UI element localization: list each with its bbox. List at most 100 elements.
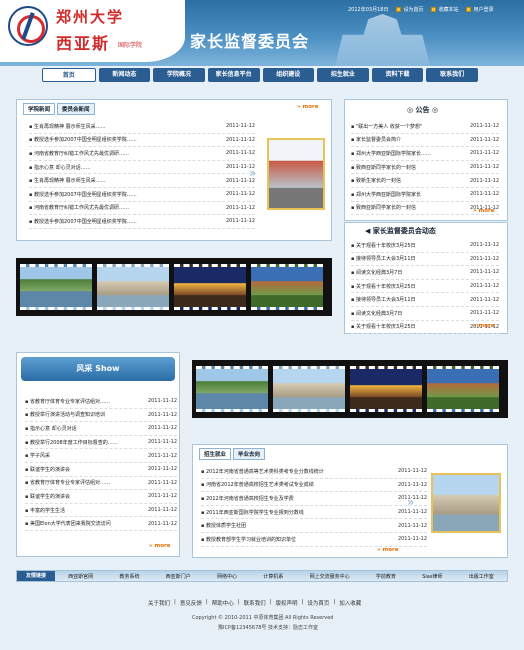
list-item[interactable]: 河南省教育厅纠错工作风尤先最优调研……2011-11-12 <box>29 202 255 216</box>
footer-link-help[interactable]: 帮助中心 <box>212 599 234 607</box>
show-list: 省教育厅体育专业专家评估组对……2011-11-12 教授举行演讲活动与调查知识… <box>25 395 177 531</box>
nav-home[interactable]: 首页 <box>42 68 96 82</box>
gallery-photo[interactable] <box>350 366 422 412</box>
building-illustration <box>335 14 430 66</box>
list-item[interactable]: 美国Elon大学代表团来我院交流访问2011-11-12 <box>25 517 177 531</box>
list-item[interactable]: 致西亚斯同学家长的一封信2011-11-12 <box>351 161 499 175</box>
list-item[interactable]: 郑州大学西亚斯国际学院家长……2011-11-12 <box>351 147 499 161</box>
list-item[interactable]: 省教育厅体育专业专家评估组对……2011-11-12 <box>25 395 177 409</box>
nav-news[interactable]: 新闻动态 <box>98 68 151 82</box>
committee-more-link[interactable]: » more <box>473 323 494 329</box>
list-item[interactable]: 接待领导员工大会3月11日2011-11-12 <box>351 293 499 307</box>
friend-link[interactable]: 西亚斯门户 <box>166 573 191 580</box>
list-item[interactable]: 关于观看十年校庆3月25日2011-11-12 <box>351 280 499 294</box>
gallery-photo[interactable] <box>427 366 499 412</box>
nav-parents-platform[interactable]: 家长信息平台 <box>207 68 260 82</box>
school-name-line1: 郑州大学 <box>56 8 125 26</box>
job-box: 招生就业 毕业去向 2012年河南省普通高等艺术类科类考专业分数线统计2011-… <box>192 444 508 558</box>
photo-filmstrip-1 <box>16 258 332 316</box>
footer-link-sethome[interactable]: 设为首页 <box>307 599 329 607</box>
footer-link-bookmark[interactable]: 加入收藏 <box>339 599 361 607</box>
gallery-photo[interactable] <box>174 264 246 310</box>
tab-graduate-destination[interactable]: 毕业去向 <box>233 448 266 460</box>
logo-area[interactable]: 郑州大学 西亚斯 国际学院 <box>0 0 185 62</box>
friend-link[interactable]: 网上交流服务中心 <box>310 573 350 580</box>
news-thumbnail[interactable] <box>267 138 325 210</box>
list-item[interactable]: 郑州大学西亚斯国际学院家长2011-11-12 <box>351 188 499 202</box>
footer-link-contact[interactable]: 联系我们 <box>244 599 266 607</box>
list-item[interactable]: 省教育厅体育专业专家评估组对……2011-11-12 <box>25 477 177 491</box>
friend-links-label: 友情链接 <box>17 571 55 581</box>
job-list: 2012年河南省普通高等艺术类科类考专业分数线统计2011-11-12 河南省2… <box>201 465 427 547</box>
user-icon <box>466 7 472 12</box>
tab-admission-jobs[interactable]: 招生就业 <box>199 448 232 460</box>
list-item[interactable]: "联出一方美人 收获一个梦想"2011-11-12 <box>351 120 499 134</box>
list-item[interactable]: 教授选手参加2007中国全明星组织奖学院……2011-11-12 <box>29 188 255 202</box>
friend-link[interactable]: 出版工作室 <box>469 573 494 580</box>
friend-link[interactable]: 计算机系 <box>263 573 283 580</box>
list-item[interactable]: 丰富的学生生活2011-11-12 <box>25 504 177 518</box>
footer-link-feedback[interactable]: 意见反馈 <box>180 599 202 607</box>
footer-link-copyright[interactable]: 版权声明 <box>276 599 298 607</box>
notice-box: ◎ 公告 ◎ "联出一方美人 收获一个梦想"2011-11-12 家长监督委员会… <box>344 99 508 221</box>
list-item[interactable]: 教授体质学生社团2011-11-12 <box>201 519 427 533</box>
list-item[interactable]: 联谊学生的演讲会2011-11-12 <box>25 463 177 477</box>
nav-organization[interactable]: 组织建设 <box>262 68 315 82</box>
notice-more-link[interactable]: » more <box>473 208 494 214</box>
list-item[interactable]: 联谊学生的演讲会2011-11-12 <box>25 490 177 504</box>
icp-text: 豫ICP备12345678号 技术支持：励志工作室 <box>218 625 319 631</box>
list-item[interactable]: 阅读文化经典3月7日2011-11-12 <box>351 266 499 280</box>
nav-contact[interactable]: 联系我们 <box>426 68 478 82</box>
school-name-line3: 国际学院 <box>118 42 143 49</box>
list-item[interactable]: 教授举行2008年度工作目标督查的……2011-11-12 <box>25 436 177 450</box>
footer-link-about[interactable]: 关于我们 <box>148 599 170 607</box>
nav-about[interactable]: 学院概况 <box>153 68 205 82</box>
show-more-link[interactable]: » more <box>149 543 170 549</box>
list-item[interactable]: 指示心意 却心灵对话……2011-11-12 <box>29 161 255 175</box>
list-item[interactable]: 河南省2012年普通高校招生艺术类考试专业成绩2011-11-12 <box>201 479 427 493</box>
list-item[interactable]: 2012年河南省普通高校招生专业及学费2011-11-12 <box>201 492 427 506</box>
list-item[interactable]: 生肖再现精神 展示师生风采……2011-11-12 <box>29 174 255 188</box>
header: 郑州大学 西亚斯 国际学院 家长监督委员会 2012年03月18日 设为首页 收… <box>0 0 524 66</box>
nav-downloads[interactable]: 资料下载 <box>371 68 424 82</box>
date-label: 2012年03月18日 <box>348 7 389 13</box>
friend-link[interactable]: 学前教育 <box>376 573 396 580</box>
list-item[interactable]: 指示心意 却心灵对话2011-11-12 <box>25 422 177 436</box>
nav-admissions[interactable]: 招生就业 <box>317 68 369 82</box>
job-more-link[interactable]: » more <box>377 547 398 553</box>
list-item[interactable]: 阅读文化经典3月7日2011-11-12 <box>351 307 499 321</box>
list-item[interactable]: 致新生家长的一封信2011-11-12 <box>351 174 499 188</box>
list-item[interactable]: 家长监督委员会简介2011-11-12 <box>351 134 499 148</box>
list-item[interactable]: 河南省教育厅纠错工作风尤先最优调研……2011-11-12 <box>29 147 255 161</box>
list-item[interactable]: 关于观看十年校庆3月25日2011-11-12 <box>351 239 499 253</box>
gallery-photo[interactable] <box>273 366 345 412</box>
friend-link[interactable]: 网络中心 <box>217 573 237 580</box>
list-item[interactable]: 接待领导员工大会3月11日2011-11-12 <box>351 253 499 267</box>
friend-link[interactable]: 教务系统 <box>119 573 139 580</box>
gallery-photo[interactable] <box>251 264 323 310</box>
tab-school-news[interactable]: 学院新闻 <box>23 103 56 115</box>
list-item[interactable]: 教授举行演讲活动与调查知识培训2011-11-12 <box>25 409 177 423</box>
list-item[interactable]: 2011年西亚斯国际学院学生专业报到分数线2011-11-12 <box>201 506 427 520</box>
list-item[interactable]: 教授选手参加2007中国全明星组织奖学院……2011-11-12 <box>29 215 255 229</box>
friend-link[interactable]: Sias律师 <box>422 573 442 580</box>
user-login-link[interactable]: 用户登录 <box>466 6 494 13</box>
news-more-link[interactable]: » more <box>297 104 318 110</box>
gallery-photo[interactable] <box>20 264 92 310</box>
set-home-link[interactable]: 设为首页 <box>396 6 423 13</box>
main-nav: 首页 新闻动态 学院概况 家长信息平台 组织建设 招生就业 资料下载 联系我们 <box>42 68 478 84</box>
friend-link[interactable]: 西亚斯官网 <box>68 573 93 580</box>
gallery-photo[interactable] <box>97 264 169 310</box>
gallery-photo[interactable] <box>196 366 268 412</box>
list-item[interactable]: 生肖再现精神 展示师生风采……2011-11-12 <box>29 120 255 134</box>
school-seal-icon <box>8 6 48 46</box>
home-icon <box>396 7 402 12</box>
job-thumbnail[interactable] <box>431 473 501 533</box>
list-item[interactable]: 教授选手参加2007中国全明星组织奖学院……2011-11-12 <box>29 134 255 148</box>
news-list: 生肖再现精神 展示师生风采……2011-11-12 教授选手参加2007中国全明… <box>29 120 255 229</box>
bookmark-link[interactable]: 收藏本站 <box>431 6 458 13</box>
list-item[interactable]: 学子风采2011-11-12 <box>25 449 177 463</box>
list-item[interactable]: 2012年河南省普通高等艺术类科类考专业分数线统计2011-11-12 <box>201 465 427 479</box>
tab-committee-news[interactable]: 委员会新闻 <box>57 103 95 115</box>
list-item[interactable]: 教授教育部学生学习就业培训的知识单位2011-11-12 <box>201 533 427 547</box>
